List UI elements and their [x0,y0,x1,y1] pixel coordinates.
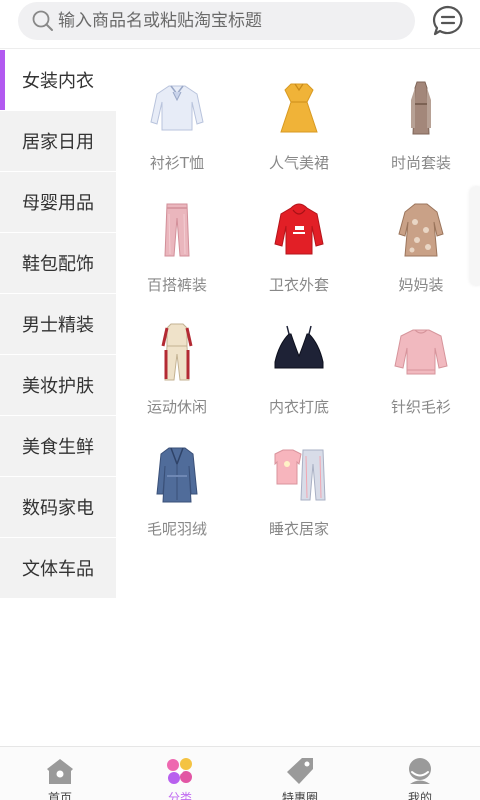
category-sidebar: 女装内衣 居家日用 母婴用品 鞋包配饰 男士精装 美妆护肤 美食生鲜 数码家电 … [0,50,116,599]
category-cell-sportswear[interactable]: 运动休闲 [116,306,238,428]
category-cell-wool-down[interactable]: 毛呢羽绒 [116,428,238,550]
tag-icon [287,758,313,784]
sidebar-item-baby[interactable]: 母婴用品 [0,172,116,233]
header [0,0,480,46]
search-bar[interactable] [18,2,415,40]
sidebar-item-label: 男士精装 [22,315,94,336]
category-cell-dresses[interactable]: 人气美裙 [238,62,360,184]
sidebar-item-label: 居家日用 [22,132,94,153]
sidebar-item-stationery-car[interactable]: 文体车品 [0,538,116,599]
home-icon [47,759,73,784]
search-icon [32,10,53,31]
category-label: 妈妈装 [398,276,444,294]
category-cell-knitwear[interactable]: 针织毛衫 [360,306,480,428]
sidebar-item-electronics[interactable]: 数码家电 [0,477,116,538]
bra-icon [274,325,324,369]
category-label: 睡衣居家 [268,520,329,538]
pants-icon [164,203,190,257]
category-label: 衬衫T恤 [149,154,205,172]
message-icon[interactable] [431,4,465,38]
tab-profile[interactable]: 我的 [360,747,480,800]
category-label: 百搭裤装 [146,276,207,294]
category-cell-hoodies[interactable]: 卫衣外套 [238,184,360,306]
side-drawer-handle[interactable] [470,186,480,286]
category-cell-mothers-wear[interactable]: 妈妈装 [360,184,480,306]
category-label: 内衣打底 [268,398,329,416]
sidebar-item-home-goods[interactable]: 居家日用 [0,111,116,172]
sidebar-item-food[interactable]: 美食生鲜 [0,416,116,477]
blouse-icon [150,85,204,131]
sidebar-item-label: 女装内衣 [22,71,94,92]
sidebar-item-label: 美妆护肤 [22,376,94,397]
category-label: 时尚套装 [390,154,451,172]
tab-category[interactable]: 分类 [120,747,240,800]
category-cell-pants[interactable]: 百搭裤装 [116,184,238,306]
category-cell-underwear[interactable]: 内衣打底 [238,306,360,428]
sidebar-item-womens-wear[interactable]: 女装内衣 [0,50,116,111]
sidebar-item-shoes-bags[interactable]: 鞋包配饰 [0,233,116,294]
yellow-dress-icon [280,83,318,133]
sportswear-icon [161,323,193,381]
suit-dress-icon [411,81,431,135]
search-input[interactable] [58,2,408,40]
red-hoodie-icon [274,203,324,255]
tab-label: 分类 [167,791,192,800]
floral-dress-icon [398,203,444,257]
sidebar-item-label: 母婴用品 [22,193,94,214]
profile-icon [409,758,431,784]
pink-sweater-icon [394,329,448,375]
category-cell-pajamas[interactable]: 睡衣居家 [238,428,360,550]
category-label: 卫衣外套 [268,276,329,294]
tab-label: 我的 [407,791,432,800]
category-cell-suits[interactable]: 时尚套装 [360,62,480,184]
category-label: 运动休闲 [146,398,207,416]
tab-deals[interactable]: 特惠圈 [240,747,360,800]
sidebar-item-mens[interactable]: 男士精装 [0,294,116,355]
sidebar-item-label: 美食生鲜 [22,437,94,458]
pajamas-icon [274,449,326,501]
wool-coat-icon [156,447,198,503]
category-cell-shirts[interactable]: 衬衫T恤 [116,62,238,184]
sidebar-item-label: 数码家电 [22,498,94,519]
category-label: 针织毛衫 [390,398,451,416]
tab-label: 首页 [47,791,72,800]
sidebar-item-label: 鞋包配饰 [22,254,94,275]
category-icon [167,758,192,784]
category-label: 人气美裙 [268,154,329,172]
header-divider [0,48,480,49]
sidebar-item-label: 文体车品 [22,559,94,580]
tab-home[interactable]: 首页 [0,747,120,800]
bottom-tabbar: 首页 分类 特惠圈 我的 [0,746,480,800]
tab-label: 特惠圈 [281,791,318,800]
sidebar-item-beauty[interactable]: 美妆护肤 [0,355,116,416]
category-label: 毛呢羽绒 [146,520,207,538]
